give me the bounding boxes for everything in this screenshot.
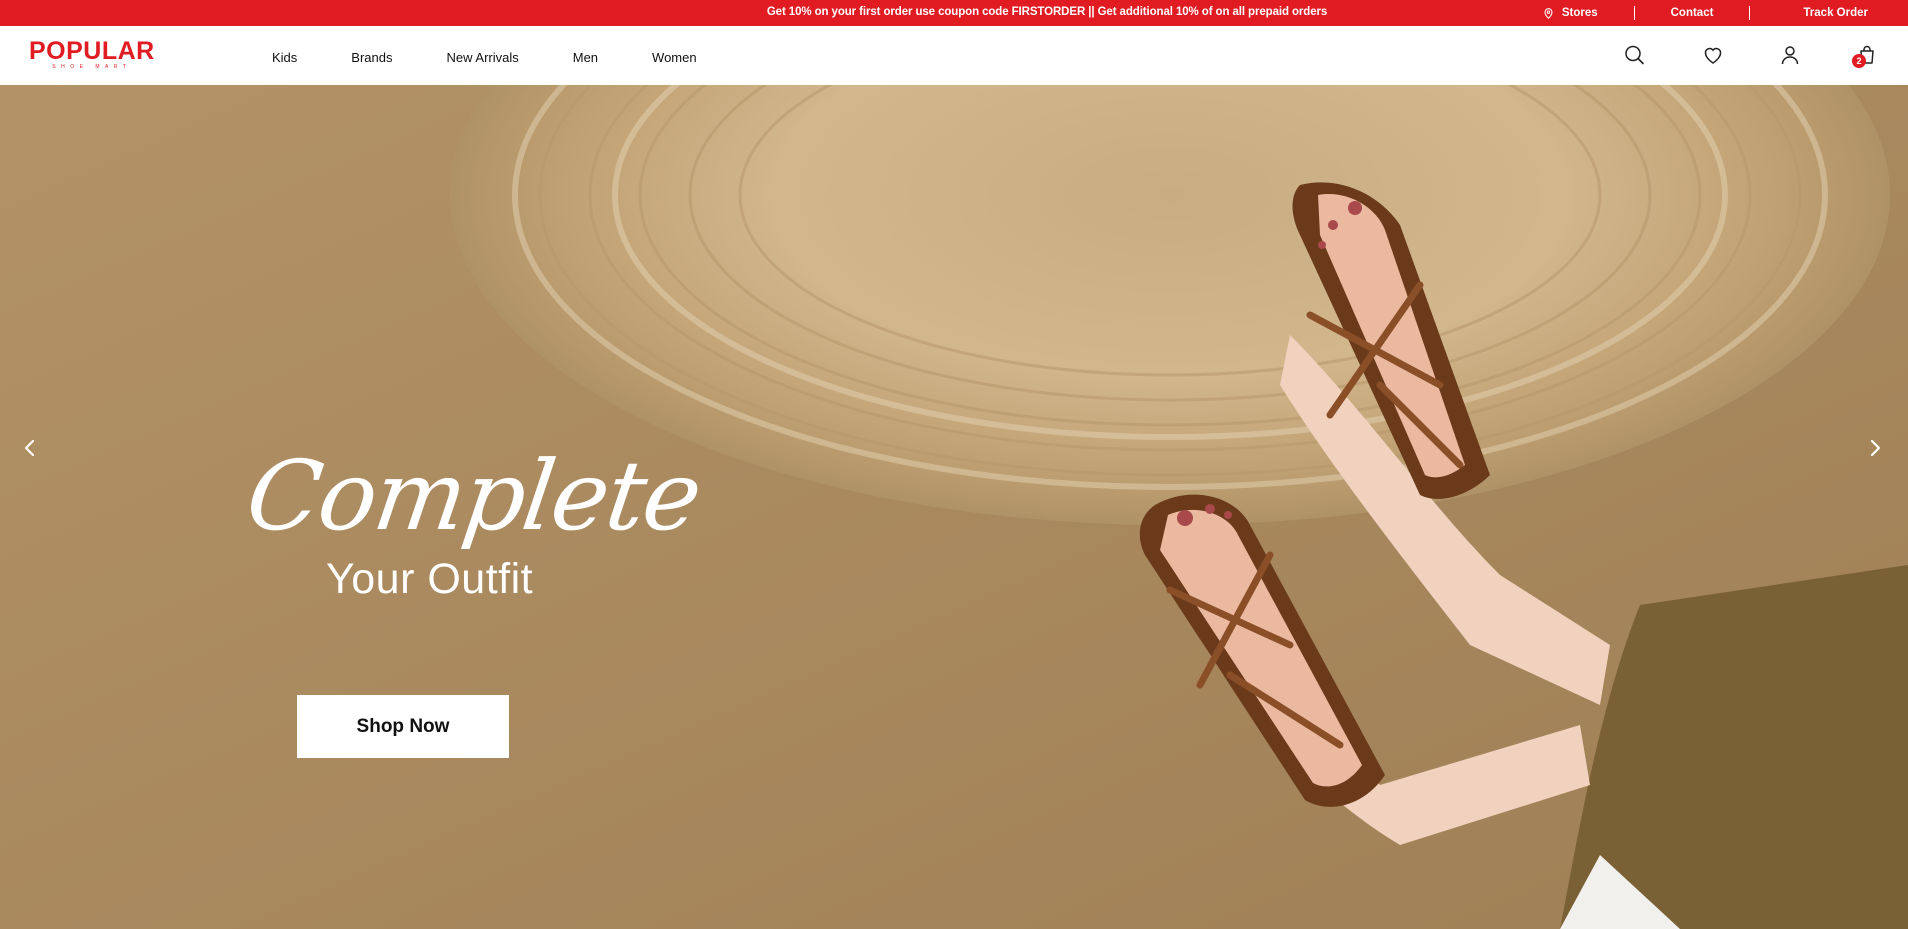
stores-link-label: Stores [1561,7,1598,19]
promo-bar: Get 10% on your first order use coupon c… [0,0,1908,26]
nav-item-new-arrivals[interactable]: New Arrivals [447,50,519,65]
hero-banner: Complete Your Outfit Shop Now [0,85,1908,929]
contact-link[interactable]: Contact [1671,7,1714,19]
top-links: Stores Contact Track Order [1543,6,1868,20]
hero-title: Your Outfit [326,555,534,603]
chevron-right-icon[interactable] [1864,437,1886,459]
logo[interactable]: POPULAR SHOE MART [29,37,155,71]
nav-item-brands[interactable]: Brands [351,50,392,65]
cart-count-badge: 2 [1852,54,1866,68]
search-icon[interactable] [1622,43,1646,67]
divider [1749,6,1751,20]
logo-text: POPULAR [29,37,155,65]
shop-now-button[interactable]: Shop Now [297,695,509,758]
track-order-link-label: Track Order [1803,7,1868,19]
contact-link-label: Contact [1670,7,1714,19]
user-icon[interactable] [1778,43,1802,67]
nav-item-kids[interactable]: Kids [272,50,297,65]
track-order-link[interactable]: Track Order [1803,7,1868,19]
chevron-left-icon[interactable] [19,437,41,459]
site-header: POPULAR SHOE MART Kids Brands New Arriva… [0,26,1908,86]
stores-link[interactable]: Stores [1543,7,1598,19]
divider [1633,6,1635,20]
nav-item-women[interactable]: Women [652,50,697,65]
nav-item-men[interactable]: Men [573,50,598,65]
hero-script-text: Complete [240,440,707,552]
main-nav: Kids Brands New Arrivals Men Women [272,50,751,65]
heart-icon[interactable] [1701,43,1725,67]
location-pin-icon [1544,7,1553,19]
